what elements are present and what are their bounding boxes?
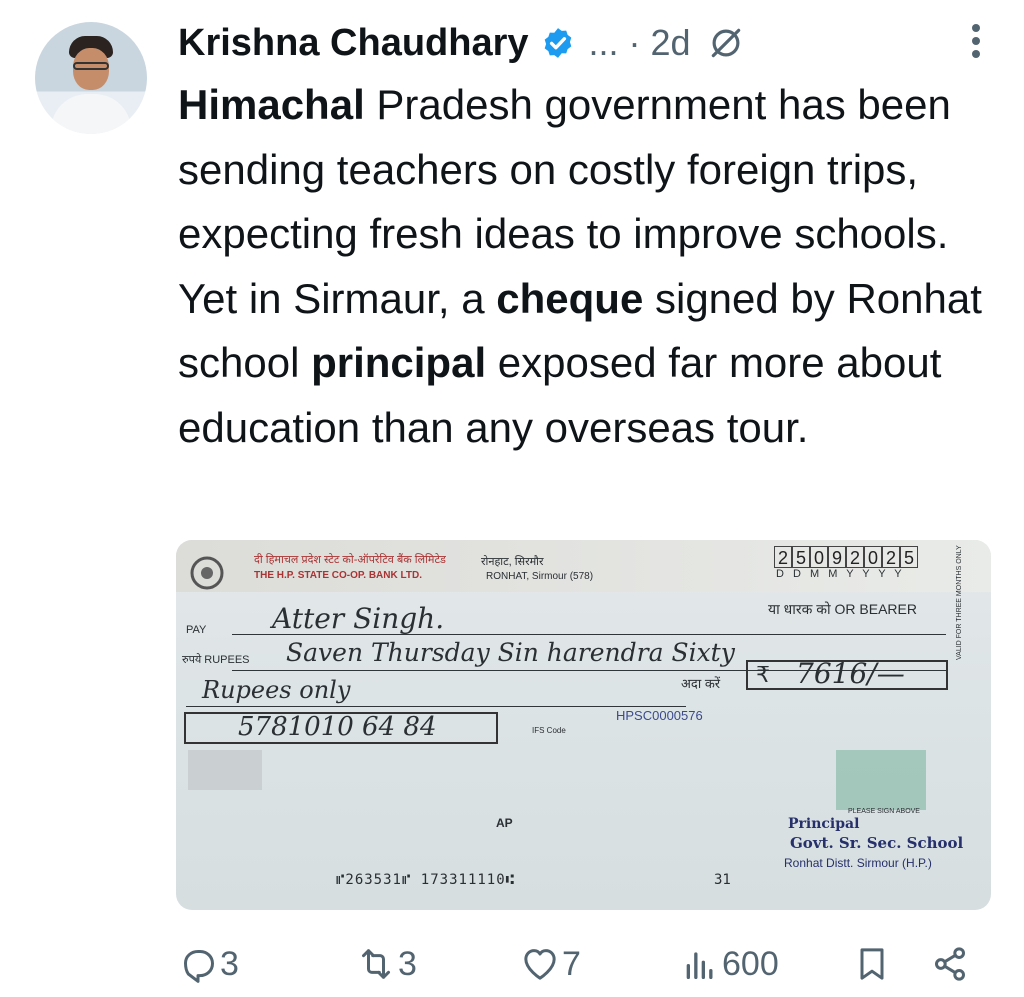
amount-words-line-2: Rupees only: [202, 676, 351, 704]
bank-name-hindi: दी हिमाचल प्रदेश स्टेट को-ऑपरेटिव बैंक ल…: [254, 554, 446, 566]
heart-icon: [524, 949, 556, 980]
avatar-glasses: [73, 62, 109, 70]
school-stamp: Govt. Sr. Sec. School: [790, 834, 964, 852]
analytics-icon: [686, 952, 713, 979]
amount-figures: 7616/—: [796, 657, 905, 690]
grey-stamp: [188, 750, 262, 790]
amount-words-line-1: Saven Thursday Sin harendra Sixty: [286, 638, 735, 667]
date-digit: 5: [792, 546, 810, 568]
tweet-text-bold: Himachal: [178, 81, 365, 128]
date-format-label: D D M M Y Y Y Y: [776, 568, 905, 580]
avatar-shirt: [51, 94, 131, 134]
bearer-label: या धारक को OR BEARER: [768, 601, 917, 617]
avatar[interactable]: [35, 22, 147, 134]
date-digit: 2: [882, 546, 900, 568]
repost-button[interactable]: 3: [356, 934, 417, 994]
reply-count: 3: [220, 944, 239, 983]
micr-line: ⑈263531⑈ 173311110⑆: [336, 872, 516, 888]
verified-badge-icon: [544, 28, 571, 58]
repost-icon: [362, 949, 390, 979]
tweet-meta: ... · 2d: [588, 22, 691, 63]
share-icon: [935, 947, 965, 981]
tweet-header: Krishna Chaudhary ... · 2d: [178, 14, 745, 72]
micr-code: 31: [714, 872, 731, 888]
date-digit: 9: [828, 546, 846, 568]
tweet-text-bold: principal: [311, 339, 487, 386]
date-digit: 0: [810, 546, 828, 568]
ifsc-label: IFS Code: [532, 726, 566, 735]
date-boxes: 2 5 0 9 2 0 2 5: [774, 546, 918, 568]
date-digit: 2: [846, 546, 864, 568]
reply-icon: [184, 950, 214, 983]
payee-line: [232, 634, 946, 635]
rupees-label: रुपये RUPEES: [182, 654, 250, 666]
please-sign-label: PLEASE SIGN ABOVE: [848, 808, 920, 815]
ap-mark: AP: [496, 816, 513, 830]
like-count: 7: [562, 944, 581, 983]
share-button[interactable]: [930, 934, 970, 994]
grok-icon[interactable]: [707, 24, 745, 62]
account-number: 5781010 64 84: [238, 712, 437, 742]
date-digit: 0: [864, 546, 882, 568]
principal-stamp: Principal: [788, 816, 860, 832]
date-digit: 2: [774, 546, 792, 568]
district-stamp: Ronhat Distt. Sirmour (H.P.): [784, 856, 932, 870]
validity-side-text: VALID FOR THREE MONTHS ONLY: [956, 545, 963, 660]
views-button[interactable]: 600: [680, 934, 779, 994]
view-count: 600: [722, 944, 779, 983]
bank-logo-icon: [190, 556, 224, 590]
tweet-text: Himachal Pradesh government has been sen…: [178, 73, 998, 460]
amount-line-2: [186, 706, 686, 707]
tweet-actions: 3 3 7 600: [0, 934, 1024, 994]
reply-button[interactable]: 3: [178, 934, 239, 994]
branch-hindi: रोनहाट, सिरमौर: [481, 556, 544, 568]
payee-name: Atter Singh.: [272, 602, 445, 635]
date-digit: 5: [900, 546, 918, 568]
more-options-icon[interactable]: [970, 24, 982, 64]
bank-name-english: THE H.P. STATE CO-OP. BANK LTD.: [254, 570, 422, 581]
bookmark-icon: [860, 948, 884, 980]
branch-english: RONHAT, Sirmour (578): [486, 571, 594, 582]
ada-karen-label: अदा करें: [681, 676, 721, 691]
like-button[interactable]: 7: [520, 934, 581, 994]
author-name[interactable]: Krishna Chaudhary: [178, 22, 529, 65]
repost-count: 3: [398, 944, 417, 983]
ifsc-code: HPSC0000576: [616, 708, 703, 723]
blurred-signature: [836, 750, 926, 810]
bookmark-button[interactable]: [852, 934, 892, 994]
cheque-image[interactable]: दी हिमाचल प्रदेश स्टेट को-ऑपरेटिव बैंक ल…: [176, 540, 991, 910]
rupee-symbol: ₹: [756, 662, 770, 687]
tweet-text-bold: cheque: [496, 274, 644, 322]
pay-label: PAY: [186, 624, 207, 636]
